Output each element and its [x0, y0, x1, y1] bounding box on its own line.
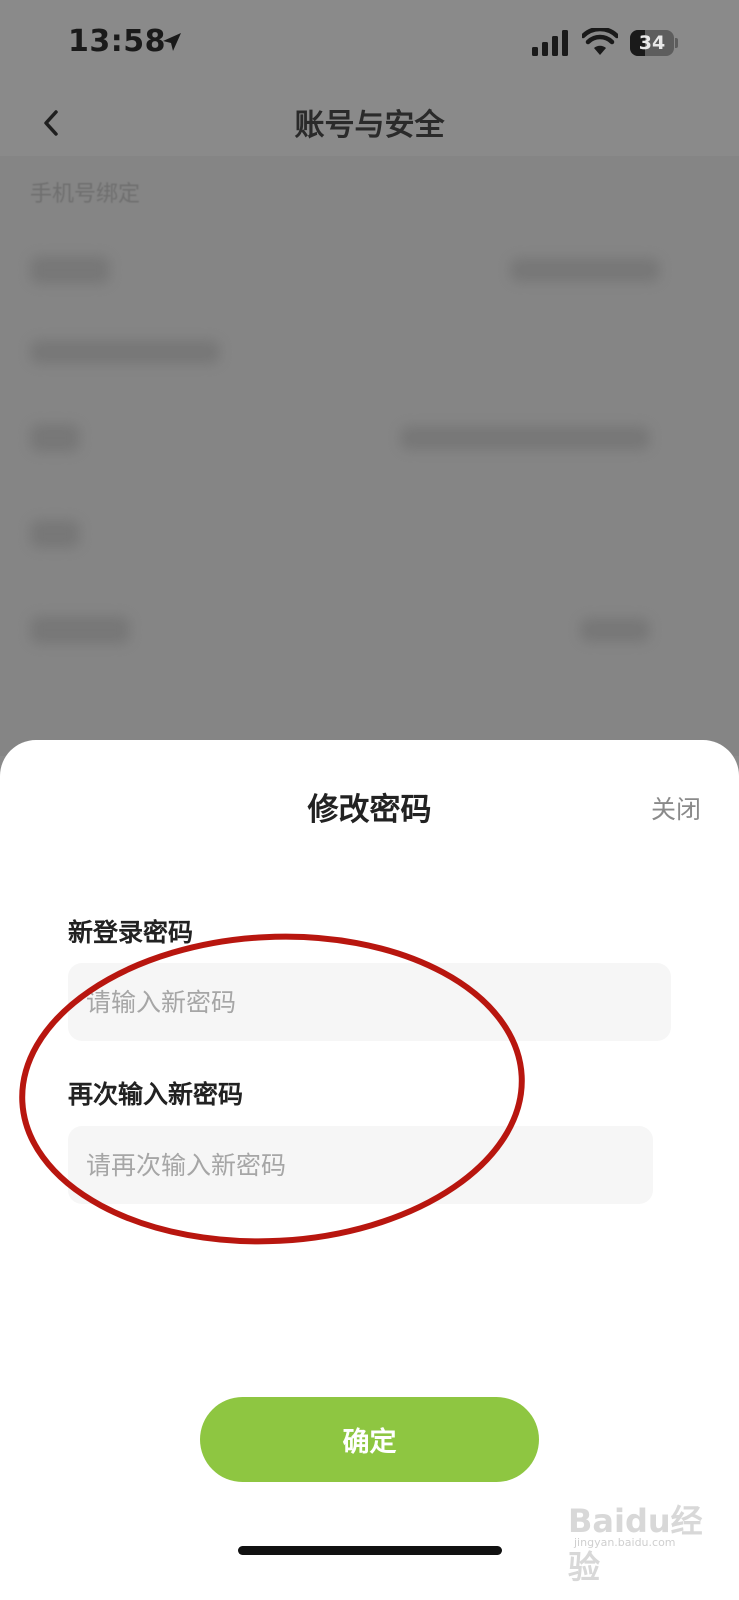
- status-bar: 13:58 34: [0, 0, 739, 90]
- change-password-sheet: 修改密码 关闭 新登录密码 再次输入新密码 确定: [0, 740, 739, 1600]
- blurred-row-value: [580, 618, 650, 642]
- background-content: 手机号绑定: [0, 156, 739, 756]
- confirm-password-label: 再次输入新密码: [68, 1080, 244, 1109]
- blurred-row-value: [510, 258, 660, 282]
- sheet-title: 修改密码: [307, 792, 432, 828]
- new-password-label: 新登录密码: [68, 918, 194, 947]
- confirm-button[interactable]: 确定: [200, 1397, 539, 1482]
- new-password-input[interactable]: [68, 963, 671, 1041]
- blurred-row-label: [30, 520, 80, 548]
- cellular-signal-icon: [532, 30, 568, 56]
- blurred-row-label: [30, 424, 80, 452]
- page-title: 账号与安全: [294, 108, 445, 143]
- status-time: 13:58: [68, 24, 166, 59]
- close-button[interactable]: 关闭: [651, 790, 701, 826]
- blurred-row-label: [30, 616, 130, 644]
- home-indicator: [238, 1546, 502, 1555]
- blurred-row-label: [30, 256, 110, 284]
- blurred-section-label: [30, 340, 220, 364]
- battery-cap: [675, 38, 678, 48]
- watermark-subtext: jingyan.baidu.com: [574, 1536, 676, 1549]
- baidu-watermark: Baidu经验 jingyan.baidu.com: [568, 1492, 718, 1586]
- battery-indicator: 34: [630, 30, 678, 56]
- battery-level: 34: [638, 32, 666, 54]
- nav-bar: 账号与安全: [0, 90, 739, 156]
- blurred-row-value: [400, 426, 650, 450]
- location-arrow-icon: [163, 33, 181, 51]
- section-label: 手机号绑定: [30, 182, 141, 207]
- confirm-password-input[interactable]: [68, 1126, 653, 1204]
- wifi-icon: [582, 28, 618, 55]
